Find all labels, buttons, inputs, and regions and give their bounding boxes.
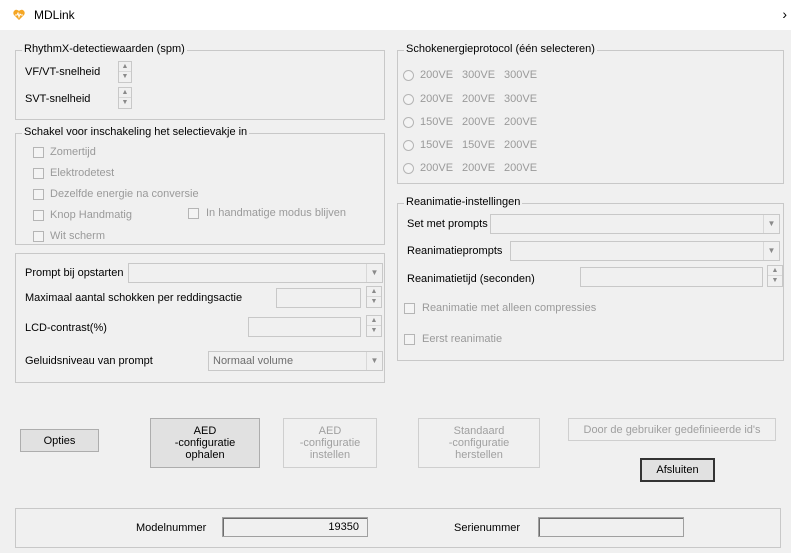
restore-default-button[interactable]: Standaard -configuratie herstellen — [418, 418, 540, 468]
prompt-volume-label: Geluidsniveau van prompt — [25, 355, 153, 367]
shock-energy-2: 200VE — [462, 116, 496, 128]
chevron-down-icon[interactable]: ▼ — [366, 264, 382, 282]
shock-energy-3: 200VE — [504, 139, 538, 151]
checkbox-zomertijd[interactable] — [33, 147, 44, 158]
checkbox-label: Dezelfde energie na conversie — [50, 188, 199, 200]
chevron-down-icon[interactable]: ▼ — [763, 242, 779, 260]
spin-up-icon[interactable]: ▲ — [119, 62, 131, 72]
spin-up-icon[interactable]: ▲ — [119, 88, 131, 98]
svt-rate-label: SVT-snelheid — [25, 93, 91, 105]
user-ids-button[interactable]: Door de gebruiker gedefinieerde id's — [568, 418, 776, 441]
checkbox-label: Elektrodetest — [50, 167, 115, 179]
checkbox-label: Reanimatie met alleen compressies — [422, 302, 597, 314]
shock-energy-2: 200VE — [462, 93, 496, 105]
serial-number-field — [538, 517, 684, 537]
max-shocks-label: Maximaal aantal schokken per reddingsact… — [25, 292, 243, 304]
spin-up-icon[interactable]: ▲ — [367, 316, 381, 326]
chevron-right-icon[interactable]: › — [782, 6, 787, 22]
heart-pulse-icon — [13, 9, 25, 20]
checkbox-compressions-only[interactable] — [404, 303, 415, 314]
checkbox-label: Wit scherm — [50, 230, 105, 242]
startup-prompt-label: Prompt bij opstarten — [25, 267, 124, 279]
switch-options-group: Schakel voor inschakeling het selectieva… — [15, 126, 385, 245]
set-prompts-label: Set met prompts — [407, 218, 488, 230]
close-button[interactable]: Afsluiten — [640, 458, 715, 482]
startup-prompt-select[interactable]: ▼ — [128, 263, 383, 283]
cpr-prompts-select[interactable]: ▼ — [510, 241, 780, 261]
cpr-group-legend: Reanimatie-instellingen — [404, 196, 523, 208]
shock-option-radio[interactable] — [403, 140, 414, 151]
cpr-time-field[interactable] — [580, 267, 763, 287]
shock-energy-2: 200VE — [462, 162, 496, 174]
shock-energy-group: Schokenergieprotocol (één selecteren) 20… — [397, 43, 784, 184]
cpr-time-spinner[interactable]: ▲ ▼ — [767, 265, 783, 287]
shock-energy-1: 200VE — [420, 93, 454, 105]
shock-energy-1: 150VE — [420, 116, 454, 128]
shock-energy-2: 150VE — [462, 139, 496, 151]
serial-number-label: Serienummer — [454, 522, 521, 534]
checkbox-same-energy[interactable] — [33, 189, 44, 200]
prompt-settings-group: Prompt bij opstarten ▼ Maximaal aantal s… — [15, 253, 385, 383]
window-title: MDLink — [34, 8, 75, 22]
rhythm-detection-group: RhythmX-detectiewaarden (spm) VF/VT-snel… — [15, 43, 385, 120]
model-number-field: 19350 — [222, 517, 368, 537]
model-number-label: Modelnummer — [136, 522, 207, 534]
get-config-button[interactable]: AED -configuratie ophalen — [150, 418, 260, 468]
checkbox-manual-button[interactable] — [33, 210, 44, 221]
shock-option-radio[interactable] — [403, 117, 414, 128]
vf-vt-rate-label: VF/VT-snelheid — [25, 66, 101, 78]
shock-option-radio[interactable] — [403, 163, 414, 174]
lcd-contrast-field[interactable] — [248, 317, 361, 337]
shock-group-legend: Schokenergieprotocol (één selecteren) — [404, 43, 597, 55]
set-prompts-select[interactable]: ▼ — [490, 214, 780, 234]
lcd-contrast-spinner[interactable]: ▲ ▼ — [366, 315, 382, 337]
prompt-volume-select[interactable]: Normaal volume ▼ — [208, 351, 383, 371]
spin-down-icon[interactable]: ▼ — [119, 98, 131, 108]
cpr-settings-group: Reanimatie-instellingen Set met prompts … — [397, 196, 784, 361]
lcd-contrast-label: LCD-contrast(%) — [25, 322, 107, 334]
max-shocks-field[interactable] — [276, 288, 361, 308]
svt-rate-spinner[interactable]: ▲ ▼ — [118, 87, 132, 109]
chevron-down-icon[interactable]: ▼ — [763, 215, 779, 233]
switch-group-legend: Schakel voor inschakeling het selectieva… — [22, 126, 250, 138]
spin-up-icon[interactable]: ▲ — [367, 287, 381, 297]
spin-down-icon[interactable]: ▼ — [119, 72, 131, 82]
checkbox-first-cpr[interactable] — [404, 334, 415, 345]
spin-down-icon[interactable]: ▼ — [367, 297, 381, 307]
spin-up-icon[interactable]: ▲ — [768, 266, 782, 276]
set-config-button[interactable]: AED -configuratie instellen — [283, 418, 377, 468]
shock-energy-1: 150VE — [420, 139, 454, 151]
shock-energy-2: 300VE — [462, 69, 496, 81]
shock-energy-3: 300VE — [504, 69, 538, 81]
spin-down-icon[interactable]: ▼ — [768, 276, 782, 286]
checkbox-label: Knop Handmatig — [50, 209, 132, 221]
shock-energy-1: 200VE — [420, 69, 454, 81]
spin-down-icon[interactable]: ▼ — [367, 326, 381, 336]
shock-option-radio[interactable] — [403, 70, 414, 81]
rhythm-group-legend: RhythmX-detectiewaarden (spm) — [22, 43, 187, 55]
cpr-prompts-label: Reanimatieprompts — [407, 245, 503, 257]
checkbox-white-screen[interactable] — [33, 231, 44, 242]
checkbox-stay-manual[interactable] — [188, 208, 199, 219]
shock-energy-1: 200VE — [420, 162, 454, 174]
shock-energy-3: 200VE — [504, 116, 538, 128]
shock-energy-3: 300VE — [504, 93, 538, 105]
checkbox-elektrodetest[interactable] — [33, 168, 44, 179]
shock-option-radio[interactable] — [403, 94, 414, 105]
chevron-down-icon[interactable]: ▼ — [366, 352, 382, 370]
vf-vt-rate-spinner[interactable]: ▲ ▼ — [118, 61, 132, 83]
checkbox-label: In handmatige modus blijven — [206, 207, 347, 219]
max-shocks-spinner[interactable]: ▲ ▼ — [366, 286, 382, 308]
device-info-panel: Modelnummer 19350 Serienummer — [15, 508, 781, 548]
checkbox-label: Eerst reanimatie — [422, 333, 503, 345]
options-button[interactable]: Opties — [20, 429, 99, 452]
title-bar: MDLink › — [0, 0, 791, 30]
checkbox-label: Zomertijd — [50, 146, 96, 158]
shock-energy-3: 200VE — [504, 162, 538, 174]
cpr-time-label: Reanimatietijd (seconden) — [407, 273, 535, 285]
